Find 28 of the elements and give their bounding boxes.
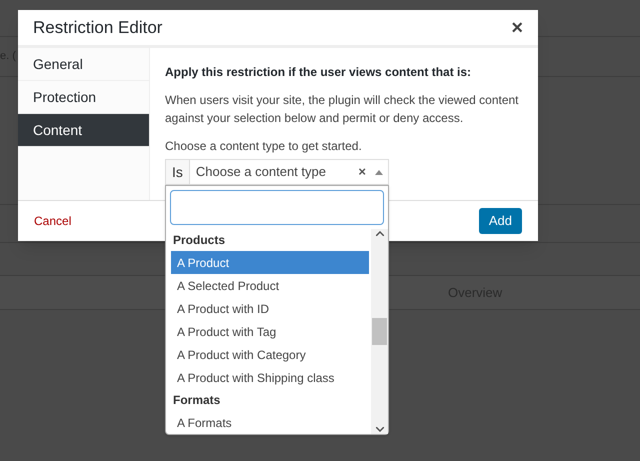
group-label: Formats bbox=[172, 392, 222, 409]
dropdown-option[interactable]: A Product with Shipping class bbox=[171, 366, 369, 389]
select-placeholder: Choose a content type bbox=[194, 163, 327, 182]
dropdown-option[interactable]: A Selected Product bbox=[171, 274, 369, 297]
close-button[interactable]: × bbox=[511, 18, 523, 38]
description-text: When users visit your site, the plugin will check the viewed content against your selection below and permit or deny access. bbox=[165, 92, 520, 127]
scroll-up-icon[interactable] bbox=[376, 231, 384, 236]
section-heading: Apply this restriction if the user views content that is: bbox=[165, 64, 472, 81]
dropdown-option[interactable]: A Product bbox=[171, 251, 369, 274]
caret-icon bbox=[375, 170, 383, 174]
dropdown-option[interactable]: A Formats bbox=[171, 411, 369, 434]
sidebar-tab[interactable]: Content bbox=[18, 114, 149, 147]
scrollbar[interactable] bbox=[371, 229, 388, 434]
dialog-title: Restriction Editor bbox=[33, 16, 162, 39]
add-button[interactable]: Add bbox=[478, 208, 522, 234]
scroll-thumb[interactable] bbox=[372, 318, 387, 345]
cancel-link[interactable]: Cancel bbox=[34, 212, 72, 230]
prompt-text: Choose a content type to get started. bbox=[165, 138, 363, 155]
scroll-down-icon[interactable] bbox=[376, 427, 384, 432]
dropdown-option[interactable]: A Product with Tag bbox=[171, 320, 369, 343]
is-label: Is bbox=[166, 160, 190, 184]
search-field[interactable] bbox=[170, 190, 384, 225]
dropdown-option[interactable]: A Product with ID bbox=[171, 297, 369, 320]
clear-icon[interactable]: × bbox=[354, 162, 370, 182]
content-type-select[interactable]: Is Choose a content type × bbox=[165, 159, 389, 185]
dropdown-option[interactable]: A Product with Category bbox=[171, 343, 369, 366]
group-label: Products bbox=[172, 232, 226, 249]
sidebar-tab[interactable]: General bbox=[18, 48, 149, 81]
